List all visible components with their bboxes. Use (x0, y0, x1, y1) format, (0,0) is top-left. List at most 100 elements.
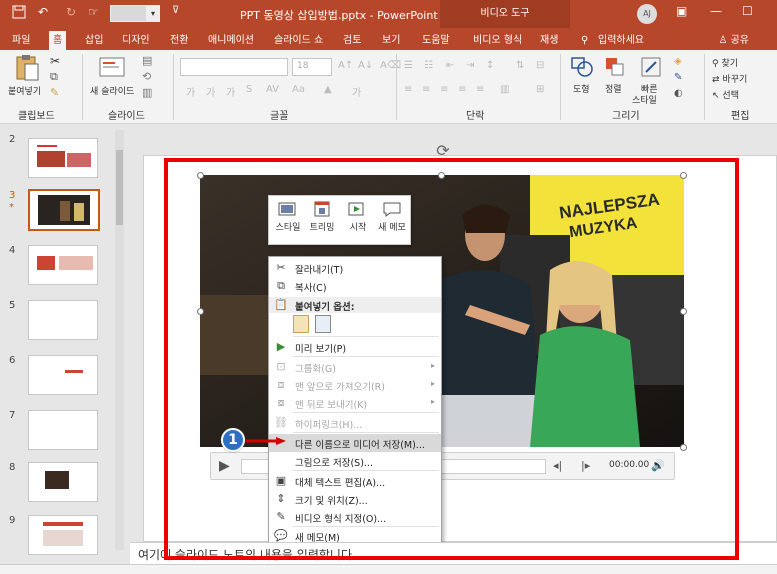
contextual-tab-label: 비디오 도구 (440, 0, 570, 28)
minimize-icon[interactable]: — (710, 4, 722, 18)
customize-qa-icon[interactable]: ⊽ (172, 5, 179, 16)
thumb-number: 9 (9, 515, 16, 526)
find-icon: ⚲ (712, 59, 719, 69)
slide-thumbnail-8[interactable] (28, 462, 98, 502)
tab-transitions[interactable]: 전환 (166, 31, 192, 50)
tab-view[interactable]: 보기 (378, 31, 404, 50)
shapes-icon[interactable] (570, 56, 594, 81)
avatar[interactable]: AJ (637, 4, 657, 24)
find-button[interactable]: ⚲ 찾기 (712, 56, 738, 69)
align-left-icon[interactable]: ≡ (404, 84, 412, 95)
line-spacing-icon[interactable]: ↕ (486, 60, 494, 71)
text-direction-icon[interactable]: ⇅ (516, 60, 524, 71)
reset-icon[interactable]: ⟲ (142, 70, 151, 83)
decrease-indent-icon[interactable]: ⇤ (446, 60, 454, 71)
group-label-editing: 편집 (731, 111, 750, 122)
group-label-clipboard: 클립보드 (18, 111, 55, 122)
highlight-annotation-box (164, 158, 739, 560)
tab-playback[interactable]: 재생 (536, 31, 562, 50)
quick-styles-icon[interactable] (640, 56, 662, 81)
format-painter-icon[interactable]: ✎ (50, 86, 59, 99)
font-size-input[interactable]: 18 (292, 58, 332, 76)
layout-icon[interactable]: ▤ (142, 54, 152, 67)
slide-thumbnail-5[interactable] (28, 300, 98, 340)
paste-label: 붙여넣기 (8, 87, 42, 97)
maximize-icon[interactable]: ☐ (742, 4, 753, 18)
shapes-label: 도형 (573, 85, 590, 95)
thumb-number: 5 (9, 300, 16, 311)
shape-fill-icon[interactable]: ◈ (674, 56, 682, 67)
slide-thumbnail-6[interactable] (28, 355, 98, 395)
select-icon: ↖ (712, 91, 720, 101)
replace-button[interactable]: ⇄ 바꾸기 (712, 72, 747, 85)
touch-mode-icon[interactable]: ☞ (88, 5, 99, 19)
group-label-paragraph: 단락 (466, 111, 485, 122)
group-label-drawing: 그리기 (612, 111, 640, 122)
new-slide-icon[interactable] (98, 54, 128, 85)
undo-icon[interactable]: ↶ (38, 5, 48, 19)
smartart-icon[interactable]: ⊞ (536, 84, 544, 95)
increase-indent-icon[interactable]: ⇥ (466, 60, 474, 71)
ribbon: 붙여넣기 ✂ ⧉ ✎ 클립보드 새 슬라이드 ▤ ⟲ ▥ 슬라이드 18 A↑ … (0, 50, 777, 124)
document-title: PPT 동영상 삽입방법.pptx - PowerPoint (240, 9, 438, 22)
grow-font-icon[interactable]: A↑ (338, 60, 353, 71)
paste-icon[interactable] (14, 54, 40, 85)
slide-thumbnail-9[interactable] (28, 515, 98, 555)
chevron-down-icon[interactable]: ▾ (146, 5, 160, 22)
underline-icon[interactable]: 가 (226, 84, 235, 99)
tab-review[interactable]: 검토 (339, 31, 365, 50)
highlight-icon[interactable]: ▲ (324, 84, 332, 95)
slide-thumbnail-7[interactable] (28, 410, 98, 450)
tell-me-input[interactable]: 입력하세요 (594, 31, 648, 50)
align-right-icon[interactable]: ≡ (440, 84, 448, 95)
columns-icon[interactable]: ▥ (500, 84, 509, 95)
strikethrough-icon[interactable]: S (246, 84, 252, 95)
replace-icon: ⇄ (712, 75, 720, 85)
font-color-icon[interactable]: 가 (352, 84, 361, 99)
arrange-icon[interactable] (604, 56, 626, 81)
tell-me-icon[interactable]: ⚲ (577, 31, 592, 50)
thumb-number: 6 (9, 355, 16, 366)
thumb-animation-marker: * (9, 202, 14, 213)
shrink-font-icon[interactable]: A↓ (358, 60, 373, 71)
annotation-arrow-icon (246, 437, 286, 445)
title-bar: ↶ ↻ ☞ ▾ ⊽ PPT 동영상 삽입방법.pptx - PowerPoint… (0, 0, 777, 28)
cut-icon[interactable]: ✂ (50, 54, 60, 68)
tab-design[interactable]: 디자인 (118, 31, 154, 50)
select-button[interactable]: ↖ 선택 (712, 88, 739, 101)
align-text-icon[interactable]: ⊟ (536, 60, 544, 71)
group-label-font: 글꼴 (270, 111, 289, 122)
share-button[interactable]: ♙ 공유 (718, 31, 749, 50)
clear-format-icon[interactable]: A⌫ (380, 60, 401, 71)
tab-slideshow[interactable]: 슬라이드 쇼 (270, 31, 327, 50)
font-name-input[interactable] (180, 58, 288, 76)
align-center-icon[interactable]: ≡ (422, 84, 430, 95)
tab-insert[interactable]: 삽입 (81, 31, 107, 50)
slide-thumbnail-3[interactable] (28, 189, 100, 231)
tab-help[interactable]: 도움말 (418, 31, 454, 50)
justify-icon[interactable]: ≡ (458, 84, 466, 95)
slide-thumbnail-4[interactable] (28, 245, 98, 285)
slide-thumbnail-2[interactable] (28, 138, 98, 178)
tab-animations[interactable]: 애니메이션 (204, 31, 258, 50)
share-label: 공유 (730, 35, 749, 46)
shape-effects-icon[interactable]: ◐ (674, 88, 683, 99)
spacing-icon[interactable]: AV (266, 84, 279, 95)
tab-video-format[interactable]: 비디오 형식 (469, 31, 526, 50)
section-icon[interactable]: ▥ (142, 86, 152, 99)
shape-outline-icon[interactable]: ✎ (674, 72, 682, 83)
italic-icon[interactable]: 가 (206, 84, 215, 99)
numbering-icon[interactable]: ☷ (424, 60, 433, 71)
tab-home[interactable]: 홈 (49, 31, 67, 50)
copy-icon[interactable]: ⧉ (50, 70, 58, 84)
bullets-icon[interactable]: ☰ (404, 60, 413, 71)
redo-icon[interactable]: ↻ (66, 5, 76, 19)
save-icon[interactable] (12, 5, 26, 22)
thumbnails-scroll-thumb[interactable] (116, 150, 123, 225)
thumb-number: 8 (9, 462, 16, 473)
bold-icon[interactable]: 가 (186, 84, 195, 99)
tab-file[interactable]: 파일 (8, 31, 34, 50)
distribute-icon[interactable]: ≡ (476, 84, 484, 95)
ribbon-display-icon[interactable]: ▣ (676, 4, 687, 18)
case-icon[interactable]: Aa (292, 84, 305, 95)
